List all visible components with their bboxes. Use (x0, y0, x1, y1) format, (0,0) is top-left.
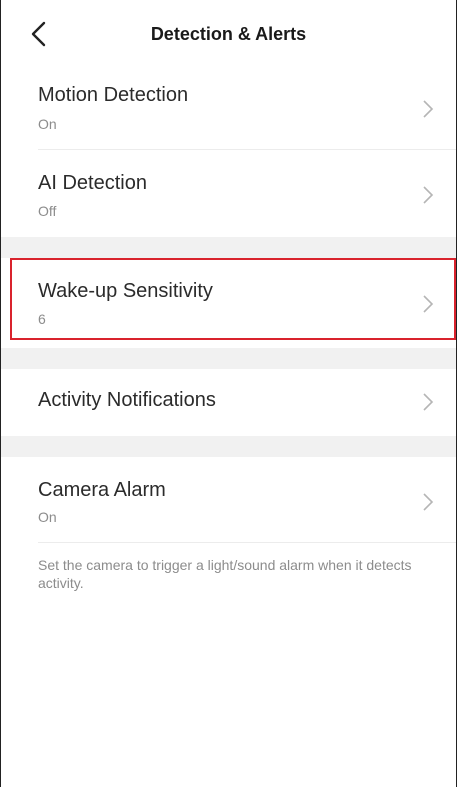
chevron-right-icon (423, 493, 434, 511)
section-gap (1, 348, 456, 369)
row-divider (38, 542, 456, 543)
camera-alarm-value: On (38, 509, 57, 525)
section-gap (1, 436, 456, 457)
camera-alarm-description: Set the camera to trigger a light/sound … (38, 557, 412, 591)
header: Detection & Alerts (1, 0, 456, 72)
chevron-right-icon (423, 295, 434, 313)
page-title: Detection & Alerts (150, 24, 307, 44)
ai-detection-label: AI Detection (38, 172, 147, 194)
detection-alerts-screen: Detection & Alerts Motion Detection On A… (0, 0, 457, 787)
wakeup-sensitivity-row[interactable]: Wake-up Sensitivity 6 (1, 258, 456, 340)
camera-alarm-label: Camera Alarm (38, 479, 166, 501)
ai-detection-row[interactable]: AI Detection Off (1, 150, 456, 237)
chevron-right-icon (423, 393, 434, 411)
motion-detection-value: On (38, 116, 57, 132)
motion-detection-label: Motion Detection (38, 84, 189, 106)
chevron-right-icon (423, 100, 434, 118)
ai-detection-value: Off (38, 203, 57, 219)
chevron-right-icon (423, 186, 434, 204)
section-gap (1, 237, 456, 258)
activity-notifications-row[interactable]: Activity Notifications (1, 369, 456, 436)
activity-notifications-label: Activity Notifications (38, 389, 216, 411)
camera-alarm-row[interactable]: Camera Alarm On (1, 457, 456, 542)
wakeup-sensitivity-value: 6 (38, 311, 46, 327)
wakeup-sensitivity-label: Wake-up Sensitivity (38, 280, 213, 302)
motion-detection-row[interactable]: Motion Detection On (1, 76, 456, 150)
